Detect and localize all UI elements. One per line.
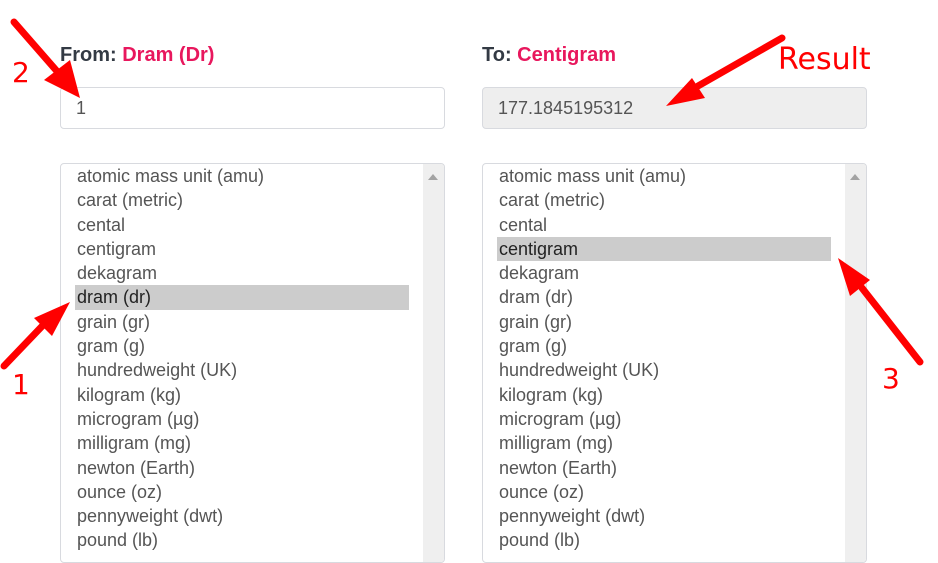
to-unit-option[interactable]: dram (dr)	[497, 285, 831, 309]
to-unit-option[interactable]: kilogram (kg)	[497, 383, 831, 407]
from-unit-option[interactable]: dekagram	[75, 261, 409, 285]
from-unit-option[interactable]: newton (Earth)	[75, 456, 409, 480]
to-unit-option[interactable]: centigram	[497, 236, 831, 262]
from-unit-listbox[interactable]: atomic mass unit (amu) carat (metric) cent…	[60, 163, 445, 563]
to-unit-option[interactable]: newton (Earth)	[497, 456, 831, 480]
from-unit-option[interactable]: gram (g)	[75, 334, 409, 358]
scroll-up-arrow-icon[interactable]	[428, 174, 438, 180]
to-unit-option[interactable]: pound (lb)	[497, 528, 831, 552]
from-unit-option[interactable]: centigram	[75, 237, 409, 261]
from-listbox-scrollbar[interactable]	[423, 164, 444, 562]
from-unit-options: atomic mass unit (amu) carat (metric) cent…	[61, 164, 423, 553]
from-unit-option[interactable]: grain (gr)	[75, 310, 409, 334]
to-unit-option[interactable]: grain (gr)	[497, 310, 831, 334]
to-unit-options: atomic mass unit (amu) carat (metric) cent…	[483, 164, 845, 553]
from-label-prefix: From:	[60, 44, 117, 66]
from-unit-option[interactable]: ounce (oz)	[75, 480, 409, 504]
from-unit-option[interactable]: dram (dr)	[75, 285, 409, 310]
result-output-field[interactable]	[482, 87, 867, 129]
to-listbox-scrollbar[interactable]	[845, 164, 866, 562]
from-unit-option[interactable]: hundredweight (UK)	[75, 358, 409, 382]
from-unit-name: Dram (Dr)	[122, 44, 215, 66]
to-label: To: Centigram	[482, 44, 616, 67]
to-unit-option[interactable]: milligram (mg)	[497, 431, 831, 455]
from-value-input[interactable]	[60, 87, 445, 129]
from-label: From: Dram (Dr)	[60, 44, 214, 67]
to-unit-option[interactable]: ounce (oz)	[497, 480, 831, 504]
from-unit-option[interactable]: atomic mass unit (amu)	[75, 164, 409, 188]
to-unit-option[interactable]: cental	[497, 213, 831, 237]
annotation-step-2: 2	[12, 56, 30, 89]
from-unit-option[interactable]: milligram (mg)	[75, 431, 409, 455]
to-unit-option[interactable]: microgram (µg)	[497, 407, 831, 431]
to-label-prefix: To:	[482, 44, 512, 66]
to-unit-option[interactable]: pennyweight (dwt)	[497, 504, 831, 528]
from-unit-option[interactable]: carat (metric)	[75, 188, 409, 212]
annotation-result: Result	[778, 42, 871, 77]
annotation-step-3: 3	[882, 362, 900, 395]
to-unit-option[interactable]: dekagram	[497, 261, 831, 285]
to-unit-option[interactable]: hundredweight (UK)	[497, 358, 831, 382]
to-unit-name: Centigram	[517, 44, 617, 66]
from-unit-option[interactable]: kilogram (kg)	[75, 383, 409, 407]
to-unit-listbox[interactable]: atomic mass unit (amu) carat (metric) cent…	[482, 163, 867, 563]
from-unit-option[interactable]: cental	[75, 213, 409, 237]
to-unit-option[interactable]: gram (g)	[497, 334, 831, 358]
to-unit-option[interactable]: carat (metric)	[497, 188, 831, 212]
to-unit-option[interactable]: atomic mass unit (amu)	[497, 164, 831, 188]
from-unit-option[interactable]: microgram (µg)	[75, 407, 409, 431]
from-unit-option[interactable]: pound (lb)	[75, 528, 409, 552]
scroll-up-arrow-icon[interactable]	[850, 174, 860, 180]
from-unit-option[interactable]: pennyweight (dwt)	[75, 504, 409, 528]
annotation-step-1: 1	[12, 368, 30, 401]
